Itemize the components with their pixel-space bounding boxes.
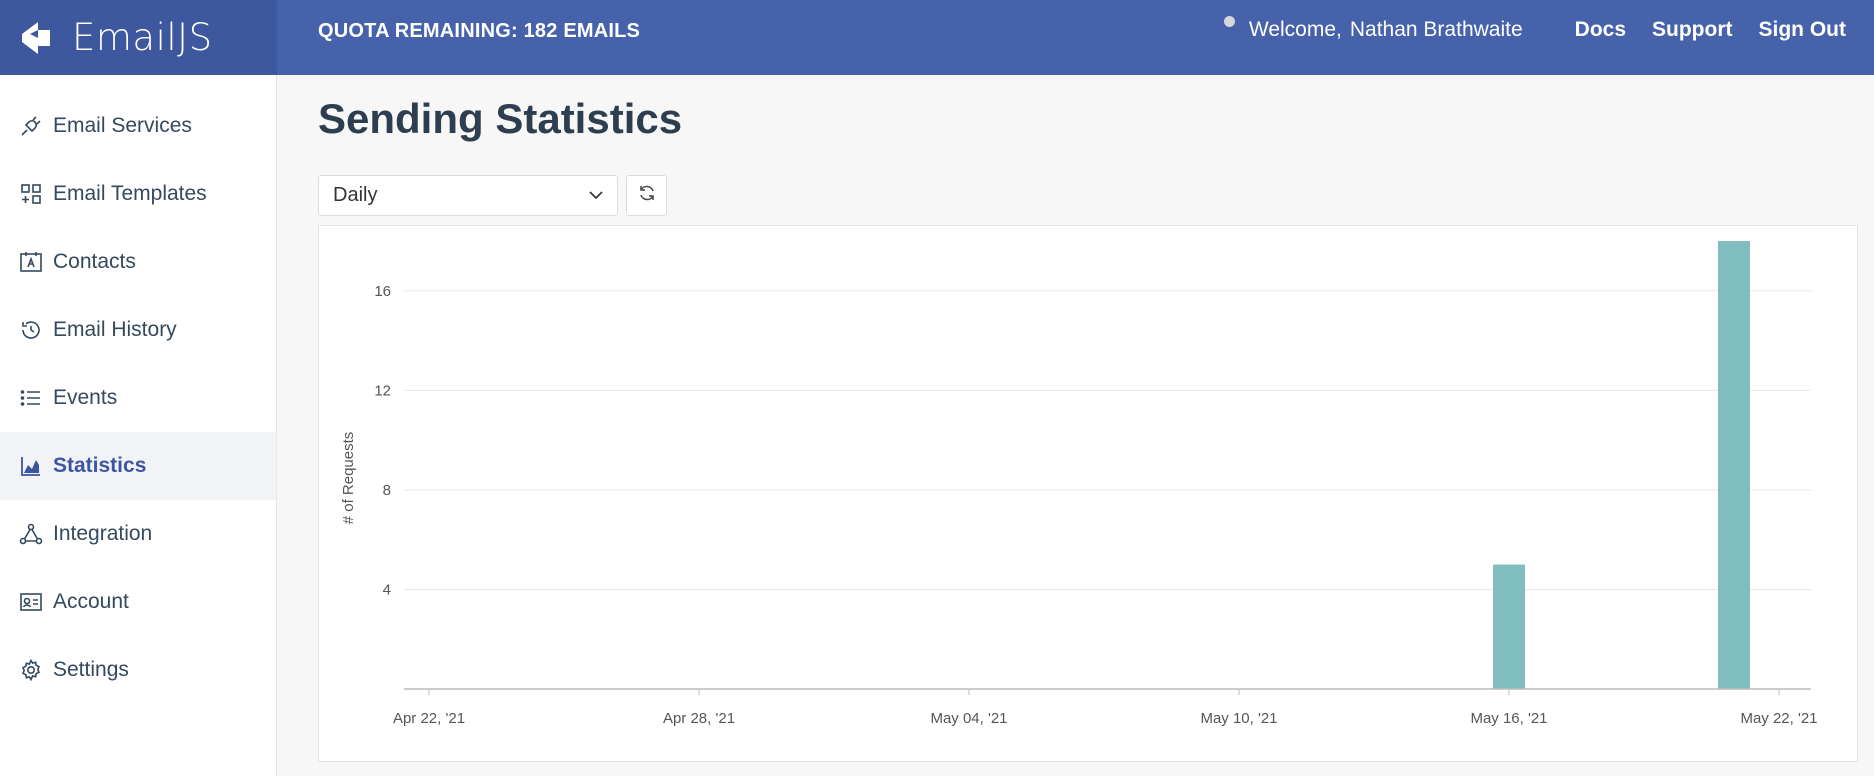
x-tick-label: May 22, '21: [1740, 710, 1817, 727]
chevron-down-icon: [587, 186, 605, 210]
list-icon: [18, 385, 44, 411]
quota-remaining: QUOTA REMAINING: 182 EMAILS: [318, 20, 641, 42]
x-tick-label: Apr 28, '21: [663, 710, 735, 727]
sidebar-item-statistics[interactable]: Statistics: [0, 432, 276, 500]
docs-link[interactable]: Docs: [1575, 18, 1626, 42]
sidebar-item-email-services[interactable]: Email Services: [0, 92, 276, 160]
period-select[interactable]: Daily: [318, 175, 618, 216]
plug-icon: [18, 113, 44, 139]
y-tick-label: 8: [383, 482, 391, 499]
x-tick-label: May 16, '21: [1470, 710, 1547, 727]
sidebar-item-label: Events: [53, 386, 118, 409]
y-tick-label: 16: [374, 283, 391, 300]
sidebar: Email Services Email Templates Contacts …: [0, 75, 277, 776]
chart-icon: [18, 453, 44, 479]
sidebar-item-settings[interactable]: Settings: [0, 636, 276, 704]
sidebar-item-email-templates[interactable]: Email Templates: [0, 160, 276, 228]
user-nav: Welcome, Nathan Brathwaite Docs Support …: [1223, 15, 1847, 42]
sidebar-item-label: Email Templates: [53, 182, 207, 205]
support-link[interactable]: Support: [1652, 18, 1732, 42]
sidebar-item-label: Settings: [53, 658, 129, 681]
gear-icon: [18, 657, 44, 683]
status-indicator-icon: [1223, 15, 1235, 27]
sidebar-item-label: Contacts: [53, 250, 136, 273]
sidebar-item-label: Integration: [53, 522, 153, 545]
sidebar-item-label: Account: [53, 590, 129, 613]
integration-icon: [18, 521, 44, 547]
bar-chart: 4 8 12 16 Apr 22, '21 Apr 28, '21 May 04, '21 M…: [340, 241, 1818, 727]
account-icon: [18, 589, 44, 615]
chart-bar: [1493, 564, 1525, 689]
chart-bar: [1718, 241, 1750, 689]
sign-out-link[interactable]: Sign Out: [1759, 18, 1847, 42]
x-tick-label: May 04, '21: [930, 710, 1007, 727]
refresh-icon: [637, 183, 657, 208]
y-tick-label: 4: [383, 581, 391, 598]
sidebar-item-label: Email History: [53, 318, 177, 341]
y-tick-label: 12: [374, 382, 391, 399]
sidebar-item-label: Statistics: [53, 454, 147, 477]
sidebar-item-contacts[interactable]: Contacts: [0, 228, 276, 296]
sidebar-item-integration[interactable]: Integration: [0, 500, 276, 568]
sidebar-item-account[interactable]: Account: [0, 568, 276, 636]
sidebar-item-label: Email Services: [53, 114, 192, 137]
sidebar-item-events[interactable]: Events: [0, 364, 276, 432]
emailjs-logo-icon: [18, 20, 54, 56]
x-tick-label: Apr 22, '21: [393, 710, 465, 727]
top-bar: EmailJS QUOTA REMAINING: 182 EMAILS Welc…: [0, 0, 1874, 75]
logo[interactable]: EmailJS: [0, 0, 277, 75]
user-name: Nathan Brathwaite: [1349, 18, 1523, 41]
templates-icon: [18, 181, 44, 207]
sidebar-item-email-history[interactable]: Email History: [0, 296, 276, 364]
history-icon: [18, 317, 44, 343]
contacts-icon: [18, 249, 44, 275]
app-name: EmailJS: [72, 16, 213, 59]
x-tick-label: May 10, '21: [1200, 710, 1277, 727]
welcome-text: Welcome,: [1248, 18, 1342, 41]
period-select-value: Daily: [333, 184, 378, 206]
page-title: Sending Statistics: [318, 95, 683, 142]
statistics-chart: 4 8 12 16 Apr 22, '21 Apr 28, '21 May 04, '21 M…: [318, 225, 1858, 762]
y-axis-label: # of Requests: [340, 432, 357, 525]
refresh-button[interactable]: [626, 175, 667, 216]
